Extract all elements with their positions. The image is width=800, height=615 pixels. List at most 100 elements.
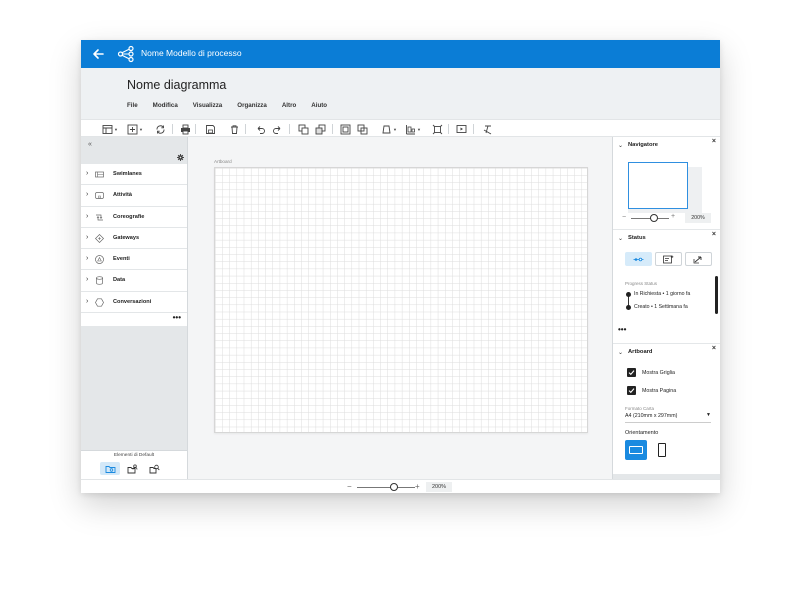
- chevron-down-icon: ▼: [139, 126, 143, 132]
- refresh-button[interactable]: [153, 123, 167, 135]
- save-button[interactable]: [203, 123, 217, 135]
- category-label: Eventi: [113, 256, 130, 263]
- chevron-right-icon: ›: [86, 233, 89, 241]
- chevron-right-icon: ›: [86, 276, 89, 284]
- shapes-panel: « › Swimlanes › Attività › Coreografie ›…: [81, 137, 188, 479]
- artboard-grid[interactable]: [214, 167, 588, 433]
- status-header[interactable]: ⌄ Status ×: [613, 230, 720, 246]
- paper-format-select[interactable]: A4 (210mm x 297mm) ▼: [625, 412, 711, 423]
- status-more-button[interactable]: •••: [618, 325, 626, 334]
- navigator-zoom-handle[interactable]: [650, 214, 658, 222]
- chevron-down-icon: ⌄: [618, 350, 624, 356]
- tab-progress[interactable]: [625, 252, 652, 266]
- folder-shapes-icon: [105, 465, 115, 473]
- status-entry: In Richiesta • 1 giorno fa: [634, 291, 691, 297]
- toolbar-divider: [332, 124, 333, 134]
- tab-share[interactable]: [685, 252, 712, 266]
- canvas-area[interactable]: Artboard: [188, 137, 612, 479]
- navigator-header[interactable]: ⌄ Navigatore ×: [613, 137, 720, 153]
- artboard-header[interactable]: ⌄ Artboard ×: [613, 344, 720, 360]
- navigator-viewport[interactable]: [628, 162, 688, 209]
- zoom-out-button[interactable]: −: [347, 482, 352, 491]
- search-elements-button[interactable]: [144, 462, 164, 475]
- navigator-zoom-in-button[interactable]: +: [671, 213, 675, 220]
- toolbar-divider: [448, 124, 449, 134]
- zoom-value[interactable]: 200%: [426, 482, 452, 492]
- checkmark-icon: [628, 370, 635, 376]
- refresh-icon: [156, 124, 164, 134]
- gateway-icon: [95, 233, 104, 243]
- table-button[interactable]: ▼: [101, 123, 119, 135]
- default-elements-label: Elementi di Default: [113, 453, 155, 458]
- menu-visualizza[interactable]: Visualizza: [193, 102, 222, 109]
- orientation-buttons: [625, 440, 673, 460]
- chevron-down-icon: ⌄: [618, 143, 624, 149]
- zoom-in-button[interactable]: +: [415, 482, 420, 491]
- category-gateways[interactable]: › Gateways: [81, 228, 187, 250]
- user-elements-button[interactable]: [122, 462, 142, 475]
- data-icon: [96, 276, 103, 286]
- category-eventi[interactable]: › Eventi: [81, 249, 187, 271]
- gear-icon[interactable]: [177, 154, 184, 161]
- fit-button[interactable]: [430, 123, 444, 135]
- chevron-down-icon: ▼: [393, 126, 397, 132]
- bring-front-button[interactable]: [296, 123, 310, 135]
- show-grid-checkbox[interactable]: [627, 368, 636, 377]
- category-swimlanes[interactable]: › Swimlanes: [81, 164, 187, 186]
- category-label: Coreografie: [113, 213, 145, 220]
- present-icon: [456, 124, 466, 133]
- redo-button[interactable]: [270, 123, 284, 135]
- print-button[interactable]: [178, 123, 192, 135]
- artboard-section-title: Artboard: [628, 349, 653, 355]
- close-icon[interactable]: ×: [712, 345, 716, 352]
- menu-organizza[interactable]: Organizza: [237, 102, 267, 109]
- close-icon[interactable]: ×: [712, 231, 716, 238]
- swimlane-icon: [95, 171, 104, 178]
- navigator-zoom-out-button[interactable]: −: [622, 214, 626, 221]
- show-page-checkbox[interactable]: [627, 386, 636, 395]
- shape-style-button[interactable]: ▼: [379, 123, 399, 135]
- diagram-title[interactable]: Nome diagramma: [127, 78, 226, 92]
- menu-aiuto[interactable]: Aiuto: [311, 102, 327, 109]
- category-label: Gateways: [113, 234, 140, 241]
- menu-modifica[interactable]: Modifica: [153, 102, 178, 109]
- orientation-landscape-button[interactable]: [625, 440, 647, 460]
- undo-button[interactable]: [253, 123, 267, 135]
- status-section: ⌄ Status × Progress Status In Richiesta …: [613, 230, 720, 343]
- default-elements-folder-button[interactable]: [100, 462, 120, 475]
- delete-icon: [230, 124, 238, 134]
- category-conversazioni[interactable]: › Conversazioni: [81, 292, 187, 314]
- tab-notes[interactable]: [655, 252, 682, 266]
- zoom-slider[interactable]: [357, 487, 415, 488]
- orientation-portrait-button[interactable]: [651, 440, 673, 460]
- align-button[interactable]: ▼: [403, 123, 423, 135]
- navigator-zoom-value[interactable]: 200%: [685, 213, 711, 223]
- ungroup-button[interactable]: [355, 123, 369, 135]
- save-icon: [205, 124, 215, 134]
- menu-file[interactable]: File: [127, 102, 138, 109]
- send-back-button[interactable]: [313, 123, 327, 135]
- group-button[interactable]: [338, 123, 352, 135]
- shape-style-icon: [382, 125, 391, 133]
- more-categories-button[interactable]: •••: [81, 313, 187, 326]
- toolbar-divider: [473, 124, 474, 134]
- user-folder-icon: [127, 464, 137, 473]
- collapse-panel-button[interactable]: «: [88, 141, 92, 148]
- menu-altro[interactable]: Altro: [282, 102, 296, 109]
- category-attivita[interactable]: › Attività: [81, 185, 187, 207]
- default-elements-buttons: [100, 462, 164, 475]
- status-scrollbar[interactable]: [715, 276, 718, 314]
- category-data[interactable]: › Data: [81, 270, 187, 292]
- chevron-right-icon: ›: [86, 212, 89, 220]
- navigator-section: ⌄ Navigatore × − + 200%: [613, 137, 720, 229]
- present-button[interactable]: [454, 123, 468, 135]
- clear-format-button[interactable]: [480, 123, 494, 135]
- delete-button[interactable]: [227, 123, 241, 135]
- insert-button[interactable]: ▼: [126, 123, 144, 135]
- category-coreografie[interactable]: › Coreografie: [81, 207, 187, 228]
- artboard-label: Artboard: [214, 159, 232, 164]
- close-icon[interactable]: ×: [712, 138, 716, 145]
- back-arrow-icon[interactable]: [90, 46, 106, 62]
- zoom-slider-handle[interactable]: [390, 483, 398, 491]
- redo-icon: [272, 125, 280, 134]
